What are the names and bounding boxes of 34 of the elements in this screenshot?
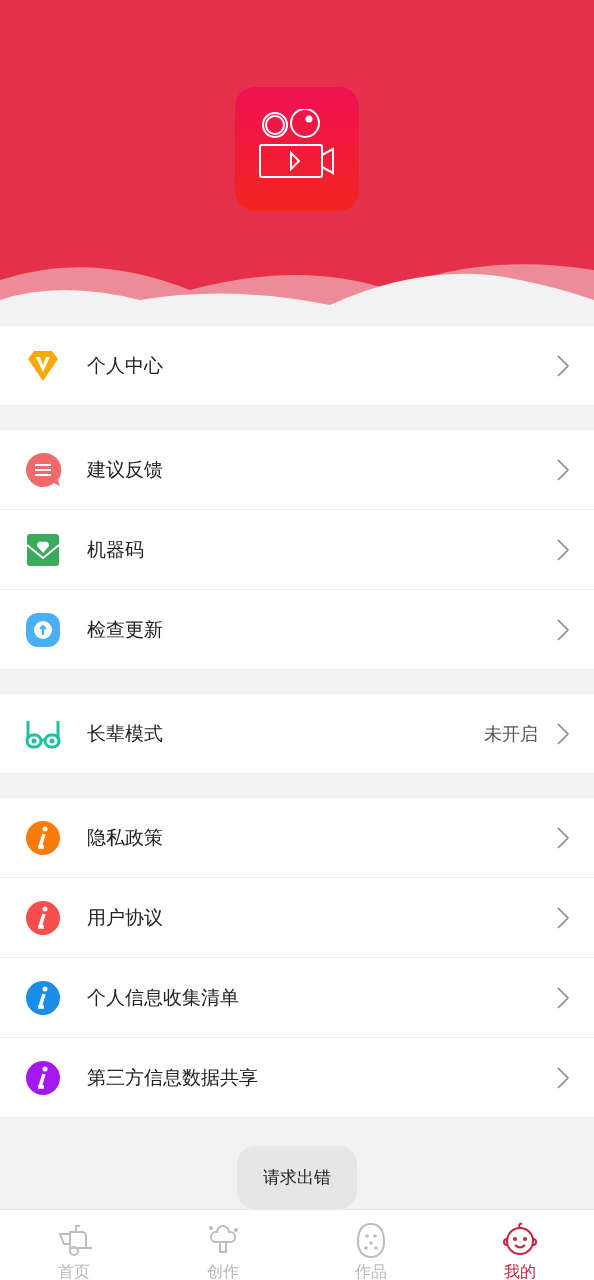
- menu-item[interactable]: 建议反馈: [0, 430, 594, 510]
- toast-message: 请求出错: [237, 1146, 357, 1209]
- status-text: 未开启: [484, 721, 538, 746]
- nav-tab[interactable]: 我的: [445, 1210, 594, 1280]
- menu-label: 长辈模式: [87, 720, 164, 746]
- tab-label: 创作: [206, 1262, 239, 1280]
- chevron-right-icon: [556, 905, 570, 930]
- menu-item[interactable]: 第三方信息数据共享: [0, 1038, 594, 1117]
- chevron-right-icon: [556, 985, 570, 1010]
- menu-label: 第三方信息数据共享: [87, 1064, 259, 1090]
- chevron-right-icon: [556, 353, 570, 378]
- menu-item[interactable]: 检查更新: [0, 590, 594, 669]
- menu-item[interactable]: 隐私政策: [0, 798, 594, 878]
- chevron-right-icon: [556, 721, 570, 746]
- menu-item[interactable]: 长辈模式 未开启: [0, 694, 594, 773]
- tab-label: 首页: [58, 1262, 91, 1280]
- menu-label: 用户协议: [87, 904, 164, 930]
- menu-label: 隐私政策: [87, 824, 164, 850]
- menu-label: 建议反馈: [87, 456, 164, 482]
- menu-label: 检查更新: [87, 616, 164, 642]
- tab-label: 作品: [355, 1262, 388, 1280]
- chevron-right-icon: [556, 1065, 570, 1090]
- menu-item[interactable]: 机器码: [0, 510, 594, 590]
- chevron-right-icon: [556, 537, 570, 562]
- chevron-right-icon: [556, 617, 570, 642]
- menu-item[interactable]: 用户协议: [0, 878, 594, 958]
- chevron-right-icon: [556, 825, 570, 850]
- menu-item[interactable]: 个人中心: [0, 326, 594, 405]
- menu-label: 个人信息收集清单: [87, 984, 240, 1010]
- menu-item[interactable]: 个人信息收集清单: [0, 958, 594, 1038]
- menu-label: 个人中心: [87, 352, 164, 378]
- menu-label: 机器码: [87, 536, 145, 562]
- tab-label: 我的: [503, 1262, 536, 1280]
- chevron-right-icon: [556, 457, 570, 482]
